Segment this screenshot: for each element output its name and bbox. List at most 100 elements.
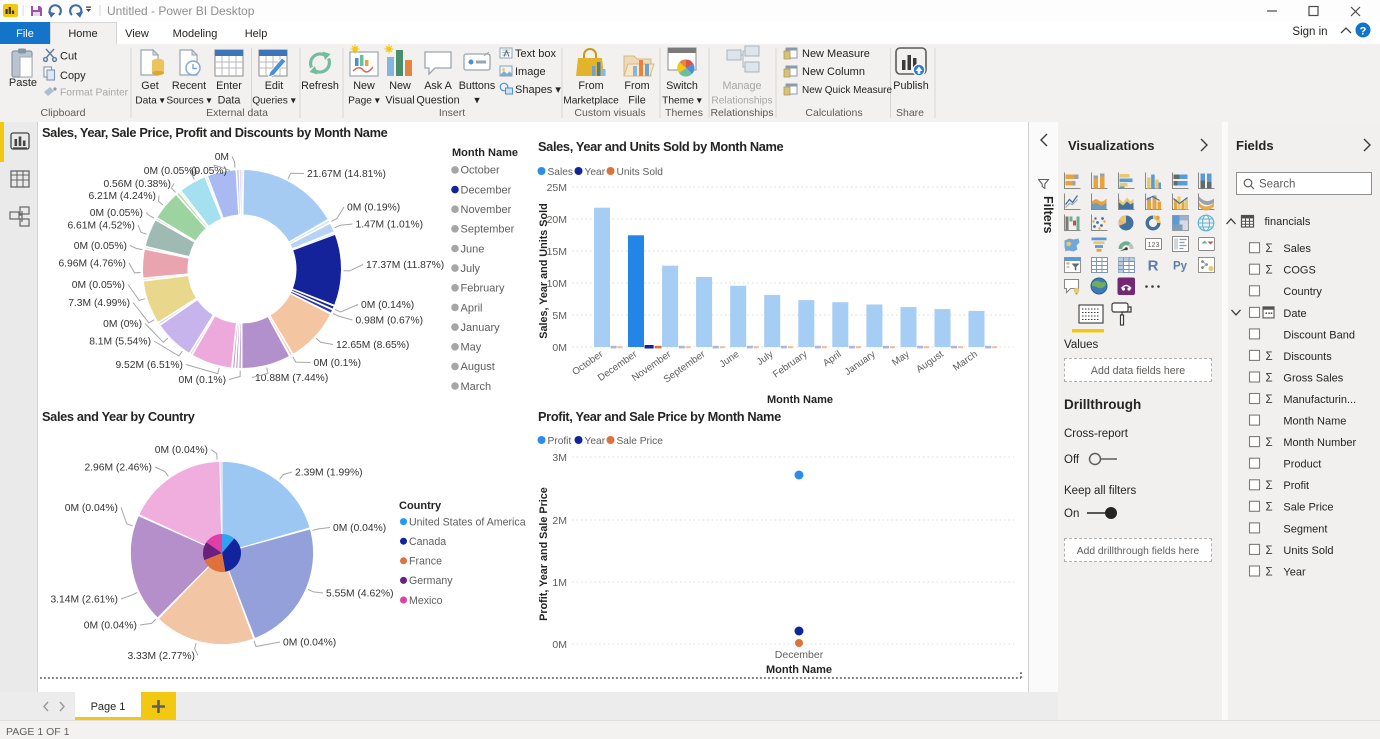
svg-text:0.56M (0.38%): 0.56M (0.38%)	[103, 179, 171, 190]
svg-text:10.88M (7.44%): 10.88M (7.44%)	[255, 373, 328, 384]
svg-text:May: May	[461, 342, 482, 354]
svg-text:June: June	[718, 349, 742, 371]
svg-text:Germany: Germany	[409, 575, 453, 587]
svg-text:Format Painter: Format Painter	[60, 88, 129, 99]
svg-text:Σ: Σ	[1266, 545, 1273, 557]
svg-text:Σ: Σ	[1266, 265, 1273, 277]
svg-text:▾: ▾	[474, 95, 480, 107]
svg-text:Gross Sales: Gross Sales	[1283, 372, 1343, 384]
svg-text:External data: External data	[206, 107, 268, 119]
svg-text:Σ: Σ	[1266, 372, 1273, 384]
svg-text:Sales and Year by Country: Sales and Year by Country	[42, 409, 196, 424]
svg-text:December: December	[461, 184, 512, 196]
svg-text:Manufacturin...: Manufacturin...	[1283, 394, 1356, 406]
svg-text:December: December	[775, 649, 824, 661]
svg-text:Sales: Sales	[1283, 243, 1311, 255]
svg-text:0M (0%): 0M (0%)	[103, 319, 142, 330]
svg-text:July: July	[461, 263, 481, 275]
svg-text:Share: Share	[896, 107, 924, 119]
svg-text:Marketplace: Marketplace	[563, 96, 619, 107]
svg-text:January: January	[843, 349, 878, 378]
svg-text:0M (0.05%): 0M (0.05%)	[90, 208, 143, 219]
svg-text:Shapes ▾: Shapes ▾	[515, 84, 561, 96]
svg-text:Discounts: Discounts	[1283, 351, 1332, 363]
svg-text:New Measure: New Measure	[802, 48, 870, 60]
svg-text:Year: Year	[585, 436, 606, 447]
svg-text:Σ: Σ	[1266, 394, 1273, 406]
svg-text:Question: Question	[416, 95, 459, 107]
svg-text:From: From	[578, 80, 603, 92]
svg-text:Month Name: Month Name	[1283, 416, 1346, 428]
svg-text:3.14M (2.61%): 3.14M (2.61%)	[50, 595, 118, 606]
svg-text:June: June	[461, 243, 485, 255]
svg-text:Visual: Visual	[385, 95, 414, 107]
svg-text:5M: 5M	[552, 310, 567, 322]
svg-text:?: ?	[1360, 26, 1367, 38]
svg-text:From: From	[624, 80, 649, 92]
svg-text:PAGE 1 OF 1: PAGE 1 OF 1	[6, 726, 70, 738]
svg-text:New: New	[389, 80, 411, 92]
svg-text:0M (0.19%): 0M (0.19%)	[347, 203, 400, 214]
svg-text:Publish: Publish	[893, 80, 928, 92]
svg-text:Paste: Paste	[9, 77, 37, 89]
svg-text:1M: 1M	[552, 577, 567, 589]
svg-text:0M (0.1%): 0M (0.1%)	[314, 358, 362, 369]
svg-text:Off: Off	[1064, 454, 1080, 466]
svg-text:New Quick Measure: New Quick Measure	[802, 85, 892, 96]
svg-text:France: France	[409, 556, 442, 568]
svg-text:0M: 0M	[552, 639, 567, 651]
svg-text:Theme ▾: Theme ▾	[662, 96, 702, 107]
svg-text:Relationships: Relationships	[711, 96, 772, 107]
svg-text:Keep all filters: Keep all filters	[1064, 485, 1136, 497]
svg-text:File: File	[628, 95, 645, 107]
svg-text:Help: Help	[245, 28, 268, 40]
svg-text:August: August	[461, 361, 495, 373]
svg-text:5.55M (4.62%): 5.55M (4.62%)	[326, 589, 394, 600]
svg-text:6.96M (4.76%): 6.96M (4.76%)	[58, 259, 126, 270]
svg-text:Switch: Switch	[666, 80, 698, 92]
svg-text:Values: Values	[1064, 339, 1099, 351]
svg-text:Clipboard: Clipboard	[41, 107, 86, 119]
svg-text:Recent: Recent	[172, 80, 206, 92]
svg-text:123: 123	[1148, 242, 1160, 249]
svg-text:Σ: Σ	[1266, 437, 1273, 449]
svg-text:Product: Product	[1283, 459, 1321, 471]
svg-text:Sale Price: Sale Price	[1283, 502, 1333, 514]
svg-text:0M (0.04%): 0M (0.04%)	[283, 638, 336, 649]
svg-text:New Column: New Column	[802, 66, 865, 78]
svg-text:6.21M (4.24%): 6.21M (4.24%)	[88, 191, 156, 202]
svg-text:Visualizations: Visualizations	[1068, 138, 1154, 153]
svg-text:0.98M (0.67%): 0.98M (0.67%)	[356, 316, 424, 327]
svg-text:Calculations: Calculations	[805, 107, 862, 119]
svg-text:Custom visuals: Custom visuals	[574, 107, 645, 119]
svg-text:3M: 3M	[552, 452, 567, 464]
svg-text:0M (0.04%): 0M (0.04%)	[65, 503, 118, 514]
svg-text:Year: Year	[1283, 566, 1306, 578]
svg-text:On: On	[1064, 508, 1079, 520]
svg-text:Enter: Enter	[216, 80, 242, 92]
svg-text:Canada: Canada	[409, 536, 446, 548]
svg-text:File: File	[16, 28, 34, 40]
svg-text:January: January	[461, 322, 501, 334]
svg-text:Segment: Segment	[1283, 523, 1327, 535]
svg-text:Modeling: Modeling	[173, 28, 218, 40]
svg-text:Cross-report: Cross-report	[1064, 428, 1129, 440]
svg-text:May: May	[890, 349, 912, 369]
svg-text:November: November	[461, 204, 512, 216]
svg-text:February: February	[771, 349, 810, 381]
svg-text:August: August	[914, 349, 946, 376]
svg-text:United States of America: United States of America	[409, 516, 526, 528]
svg-text:Month Name: Month Name	[452, 147, 518, 159]
svg-text:Sales, Year, Sale Price, Profi: Sales, Year, Sale Price, Profit and Disc…	[42, 125, 388, 140]
svg-text:Σ: Σ	[1266, 566, 1273, 578]
svg-text:0M (0.05%): 0M (0.05%)	[72, 280, 125, 291]
svg-text:12.65M (8.65%): 12.65M (8.65%)	[336, 340, 409, 351]
svg-text:Insert: Insert	[439, 107, 465, 119]
svg-text:Sales, Year and Units Sold by: Sales, Year and Units Sold by Month Name	[538, 139, 784, 154]
svg-text:Mexico: Mexico	[409, 595, 443, 607]
svg-text:1.47M (1.01%): 1.47M (1.01%)	[356, 220, 424, 231]
svg-text:8.1M (5.54%): 8.1M (5.54%)	[89, 337, 151, 348]
svg-text:Cut: Cut	[60, 51, 77, 63]
svg-text:Σ: Σ	[1266, 502, 1273, 514]
svg-text:0M (0.1%): 0M (0.1%)	[179, 375, 227, 386]
